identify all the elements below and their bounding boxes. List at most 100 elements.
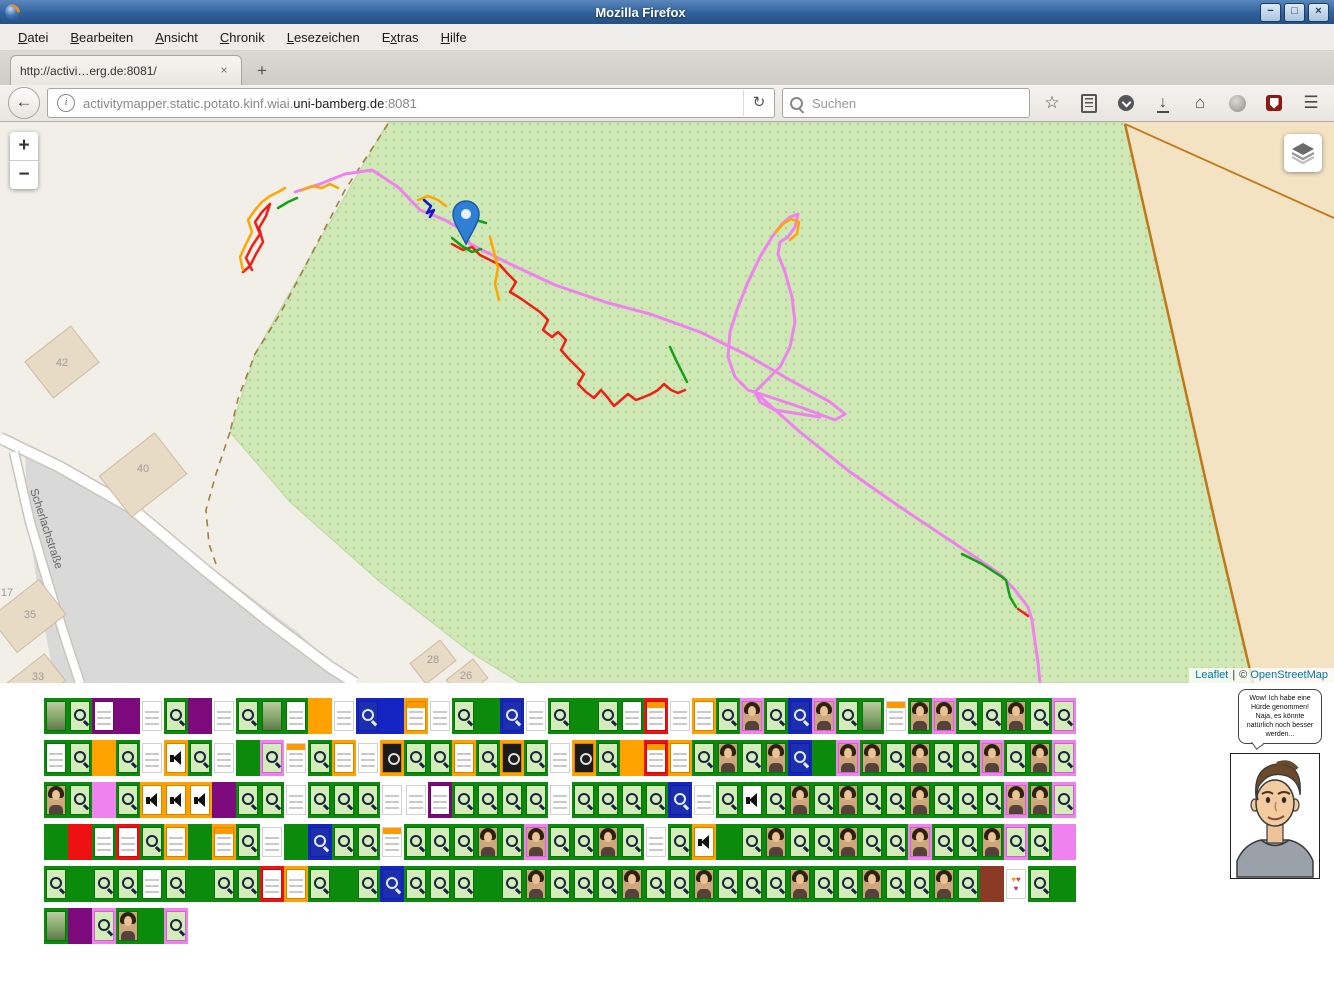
- thumbnail-tile[interactable]: [476, 824, 500, 860]
- thumbnail-tile[interactable]: [428, 782, 452, 818]
- thumbnail-tile[interactable]: [716, 782, 740, 818]
- thumbnail-tile[interactable]: [812, 698, 836, 734]
- back-button[interactable]: ←: [8, 87, 40, 119]
- thumbnail-tile[interactable]: [860, 740, 884, 776]
- thumbnail-tile[interactable]: [164, 782, 188, 818]
- thumbnail-tile[interactable]: ♥♥♥: [1004, 866, 1028, 902]
- thumbnail-tile[interactable]: [1004, 698, 1028, 734]
- thumbnail-tile[interactable]: [812, 740, 836, 776]
- thumbnail-tile[interactable]: [1004, 782, 1028, 818]
- thumbnail-tile[interactable]: [596, 740, 620, 776]
- url-bar[interactable]: i activitymapper.static.potato.kinf.wiai…: [47, 88, 775, 118]
- thumbnail-tile[interactable]: [644, 866, 668, 902]
- thumbnail-tile[interactable]: [596, 782, 620, 818]
- menu-ansicht[interactable]: Ansicht: [145, 27, 208, 48]
- thumbnail-tile[interactable]: [764, 698, 788, 734]
- thumbnail-tile[interactable]: [788, 698, 812, 734]
- thumbnail-tile[interactable]: [1028, 740, 1052, 776]
- thumbnail-tile[interactable]: [380, 740, 404, 776]
- thumbnail-tile[interactable]: [572, 740, 596, 776]
- zoom-out-button[interactable]: −: [10, 161, 38, 189]
- thumbnail-tile[interactable]: [668, 824, 692, 860]
- thumbnail-tile[interactable]: [164, 824, 188, 860]
- thumbnail-tile[interactable]: [1004, 824, 1028, 860]
- thumbnail-tile[interactable]: [212, 782, 236, 818]
- thumbnail-tile[interactable]: [860, 698, 884, 734]
- thumbnail-tile[interactable]: [44, 908, 68, 944]
- thumbnail-tile[interactable]: [476, 866, 500, 902]
- thumbnail-tile[interactable]: [1052, 782, 1076, 818]
- thumbnail-tile[interactable]: [764, 782, 788, 818]
- thumbnail-tile[interactable]: [500, 782, 524, 818]
- thumbnail-tile[interactable]: [332, 824, 356, 860]
- thumbnail-tile[interactable]: [644, 740, 668, 776]
- thumbnail-tile[interactable]: [356, 782, 380, 818]
- thumbnail-tile[interactable]: [332, 866, 356, 902]
- thumbnail-tile[interactable]: [836, 782, 860, 818]
- thumbnail-tile[interactable]: [1004, 740, 1028, 776]
- thumbnail-tile[interactable]: [524, 698, 548, 734]
- leaflet-map[interactable]: 42403533172826Scherlachstraße + − Leafle…: [0, 122, 1334, 683]
- thumbnail-tile[interactable]: [740, 824, 764, 860]
- menu-datei[interactable]: Datei: [8, 27, 58, 48]
- thumbnail-tile[interactable]: [44, 866, 68, 902]
- thumbnail-tile[interactable]: [428, 740, 452, 776]
- thumbnail-tile[interactable]: [452, 698, 476, 734]
- thumbnail-tile[interactable]: [356, 740, 380, 776]
- thumbnail-tile[interactable]: [428, 824, 452, 860]
- thumbnail-tile[interactable]: [1028, 698, 1052, 734]
- thumbnail-tile[interactable]: [740, 698, 764, 734]
- thumbnail-tile[interactable]: [452, 824, 476, 860]
- thumbnail-tile[interactable]: [980, 740, 1004, 776]
- thumbnail-tile[interactable]: [164, 866, 188, 902]
- thumbnail-tile[interactable]: [668, 740, 692, 776]
- thumbnail-tile[interactable]: [956, 698, 980, 734]
- thumbnail-tile[interactable]: [308, 824, 332, 860]
- pocket-button[interactable]: [1111, 88, 1141, 118]
- thumbnail-tile[interactable]: [1028, 782, 1052, 818]
- thumbnail-tile[interactable]: [980, 824, 1004, 860]
- thumbnail-tile[interactable]: [788, 740, 812, 776]
- thumbnail-tile[interactable]: [596, 698, 620, 734]
- thumbnail-tile[interactable]: [116, 740, 140, 776]
- thumbnail-tile[interactable]: [692, 866, 716, 902]
- thumbnail-tile[interactable]: [140, 908, 164, 944]
- reading-list-button[interactable]: [1074, 88, 1104, 118]
- thumbnail-tile[interactable]: [404, 782, 428, 818]
- thumbnail-tile[interactable]: [884, 824, 908, 860]
- thumbnail-tile[interactable]: [1052, 740, 1076, 776]
- thumbnail-tile[interactable]: [1052, 824, 1076, 860]
- reload-button[interactable]: ↻: [743, 90, 774, 116]
- thumbnail-tile[interactable]: [572, 866, 596, 902]
- thumbnail-tile[interactable]: [740, 740, 764, 776]
- thumbnail-tile[interactable]: [260, 824, 284, 860]
- thumbnail-tile[interactable]: [92, 908, 116, 944]
- thumbnail-tile[interactable]: [332, 698, 356, 734]
- thumbnail-tile[interactable]: [908, 698, 932, 734]
- thumbnail-tile[interactable]: [572, 698, 596, 734]
- thumbnail-tile[interactable]: [788, 824, 812, 860]
- thumbnail-tile[interactable]: [92, 740, 116, 776]
- thumbnail-tile[interactable]: [884, 698, 908, 734]
- thumbnail-tile[interactable]: [812, 824, 836, 860]
- thumbnail-tile[interactable]: [812, 866, 836, 902]
- thumbnail-tile[interactable]: [596, 866, 620, 902]
- browser-tab[interactable]: http://activi…erg.de:8081/ ×: [10, 55, 242, 85]
- thumbnail-tile[interactable]: [236, 824, 260, 860]
- downloads-button[interactable]: ↓: [1148, 88, 1178, 118]
- thumbnail-tile[interactable]: [644, 782, 668, 818]
- thumbnail-tile[interactable]: [548, 698, 572, 734]
- thumbnail-tile[interactable]: [236, 782, 260, 818]
- thumbnail-tile[interactable]: [116, 908, 140, 944]
- thumbnail-tile[interactable]: [596, 824, 620, 860]
- thumbnail-tile[interactable]: [308, 782, 332, 818]
- thumbnail-tile[interactable]: [380, 782, 404, 818]
- thumbnail-tile[interactable]: [380, 866, 404, 902]
- thumbnail-tile[interactable]: [140, 866, 164, 902]
- thumbnail-tile[interactable]: [620, 824, 644, 860]
- thumbnail-tile[interactable]: [212, 866, 236, 902]
- thumbnail-tile[interactable]: [380, 824, 404, 860]
- thumbnail-tile[interactable]: [620, 782, 644, 818]
- layers-control[interactable]: [1284, 134, 1322, 172]
- thumbnail-tile[interactable]: [44, 740, 68, 776]
